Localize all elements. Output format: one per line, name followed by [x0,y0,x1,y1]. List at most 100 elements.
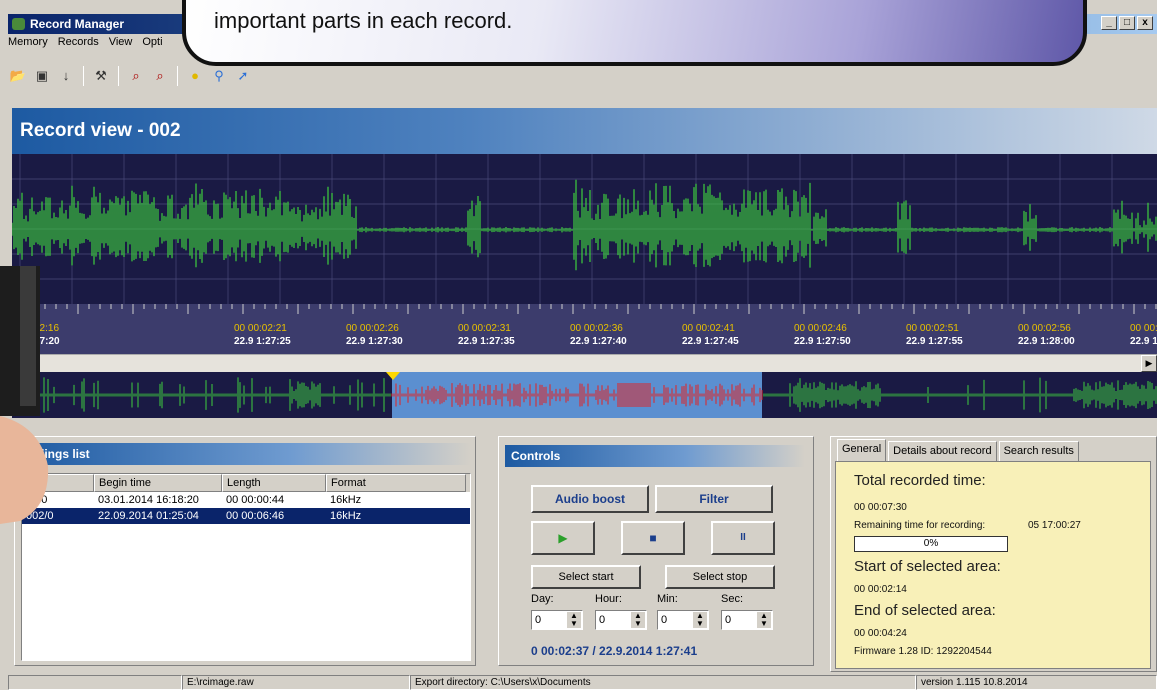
current-time-display: 0 00:02:37 / 22.9.2014 1:27:41 [531,644,698,658]
horizontal-scrollbar[interactable]: ▶ [12,354,1157,372]
remaining-value: 05 17:00:27 [1028,520,1081,531]
min-label: Min: [657,593,678,605]
time-label: 00 00:02:51 [906,323,959,334]
cell-begin-time: 22.09.2014 01:25:04 [98,510,199,522]
min-spinner[interactable]: 0 ▲ ▼ [657,610,709,630]
column-begin-time[interactable]: Begin time [94,474,222,492]
tab-details[interactable]: Details about record [888,441,997,461]
total-time-label: Total recorded time: [854,472,986,489]
select-stop-button[interactable]: Select stop [665,565,775,589]
tab-search-results[interactable]: Search results [998,441,1079,461]
info-tabs: General Details about record Search resu… [837,439,1079,461]
min-value: 0 [661,614,668,626]
remaining-label: Remaining time for recording: [854,520,986,531]
menu-options[interactable]: Opti [142,36,162,54]
main-waveform[interactable]: 02:16 27:20 00 00:02:21 22.9 1:27:25 00 00:0… [11,154,1157,354]
time-label: 00 00:02:56 [1018,323,1071,334]
date-label: 22.9 1:27:35 [458,336,515,347]
app-window: Record Manager _ □ x Memory Records View… [0,0,1157,690]
date-label: 22.9 1:28:00 [1018,336,1075,347]
cell-format: 16kHz [330,510,362,522]
tools-icon[interactable]: ⚒ [91,66,111,86]
spinner-arrows-icon[interactable]: ▲ ▼ [631,612,645,628]
app-icon [12,18,25,30]
play-button[interactable]: ▶ [531,521,595,555]
end-area-value: 00 00:04:24 [854,628,907,639]
save-icon[interactable]: ▣ [32,66,52,86]
callout-banner: important parts in each record. [182,0,1087,66]
controls-title: Controls [505,445,805,467]
callout-text: important parts in each record. [214,8,513,33]
stop-button[interactable]: ■ [621,521,685,555]
column-length[interactable]: Length [222,474,326,492]
cell-length: 00 00:00:44 [226,494,285,506]
table-row-selected[interactable]: 002/0 22.09.2014 01:25:04 00 00:06:46 16… [22,508,470,524]
zoom-in-icon[interactable]: ⌕ [126,66,146,86]
date-label: 22.9 1:27:45 [682,336,739,347]
storage-progress-bar: 0% [854,536,1008,552]
search-icon[interactable]: ⚲ [209,66,229,86]
recordings-list-panel: ordings list er Begin time Length Format… [14,436,476,666]
firmware-info: Firmware 1.28 ID: 1292204544 [854,646,992,657]
time-label: 00 00:03:01 [1130,323,1157,334]
start-area-label: Start of selected area: [854,558,1001,575]
date-label: 22.9 1:28:05 [1130,336,1157,347]
info-body: Total recorded time: 00 00:07:30 Remaini… [835,461,1151,669]
status-blank [8,675,182,690]
spinner-arrows-icon[interactable]: ▲ ▼ [567,612,581,628]
table-row[interactable]: 01/0 03.01.2014 16:18:20 00 00:00:44 16k… [22,492,470,508]
overview-waveform-graphic[interactable] [11,372,1157,418]
hour-value: 0 [599,614,606,626]
audio-boost-button[interactable]: Audio boost [531,485,649,513]
sec-value: 0 [725,614,732,626]
hour-spinner[interactable]: 0 ▲ ▼ [595,610,647,630]
main-waveform-graphic[interactable]: 02:1627:2000 00:02:2122.9 1:27:2500 00:0… [11,154,1157,354]
menu-records[interactable]: Records [58,36,99,54]
select-start-button[interactable]: Select start [531,565,641,589]
column-format[interactable]: Format [326,474,466,492]
table-header: er Begin time Length Format [22,474,470,492]
spinner-arrows-icon[interactable]: ▲ ▼ [693,612,707,628]
spinner-arrows-icon[interactable]: ▲ ▼ [757,612,771,628]
minimize-button[interactable]: _ [1101,16,1117,30]
bulb-icon[interactable]: ● [185,66,205,86]
window-controls: _ □ x [1101,16,1153,30]
day-spinner[interactable]: 0 ▲ ▼ [531,610,583,630]
menu-bar: Memory Records View Opti [8,36,163,54]
menu-view[interactable]: View [109,36,133,54]
recordings-list-title: ordings list [19,443,471,465]
zoom-out-icon[interactable]: ⌕ [150,66,170,86]
recordings-table: er Begin time Length Format 01/0 03.01.2… [21,473,471,661]
hour-label: Hour: [595,593,622,605]
date-label: 22.9 1:27:40 [570,336,627,347]
close-button[interactable]: x [1137,16,1153,30]
pause-button[interactable]: II [711,521,775,555]
sec-spinner[interactable]: 0 ▲ ▼ [721,610,773,630]
window-title: Record Manager [30,17,125,31]
status-file: E:\rcimage.raw [182,675,410,690]
time-label: 00 00:02:26 [346,323,399,334]
menu-memory[interactable]: Memory [8,36,48,54]
arrow-icon[interactable]: ➚ [233,66,253,86]
download-icon[interactable]: ↓ [56,66,76,86]
scroll-right-icon[interactable]: ▶ [1141,355,1157,372]
time-label: 00 00:02:36 [570,323,623,334]
cell-length: 00 00:06:46 [226,510,285,522]
controls-panel: Controls Audio boost Filter ▶ ■ II Selec… [498,436,814,666]
cell-format: 16kHz [330,494,362,506]
toolbar-separator [177,66,178,86]
tab-general[interactable]: General [837,439,887,461]
playhead-marker[interactable] [386,372,400,380]
finger-photo [0,266,49,524]
time-label: 00 00:02:21 [234,323,287,334]
sec-label: Sec: [721,593,744,605]
end-area-label: End of selected area: [854,602,996,619]
time-label: 00 00:02:41 [682,323,735,334]
open-icon[interactable]: 📂 [8,66,28,86]
start-area-value: 00 00:02:14 [854,584,907,595]
cell-begin-time: 03.01.2014 16:18:20 [98,494,199,506]
maximize-button[interactable]: □ [1119,16,1135,30]
status-version: version 1.115 10.8.2014 [916,675,1157,690]
overview-waveform[interactable] [11,372,1157,418]
filter-button[interactable]: Filter [655,485,773,513]
